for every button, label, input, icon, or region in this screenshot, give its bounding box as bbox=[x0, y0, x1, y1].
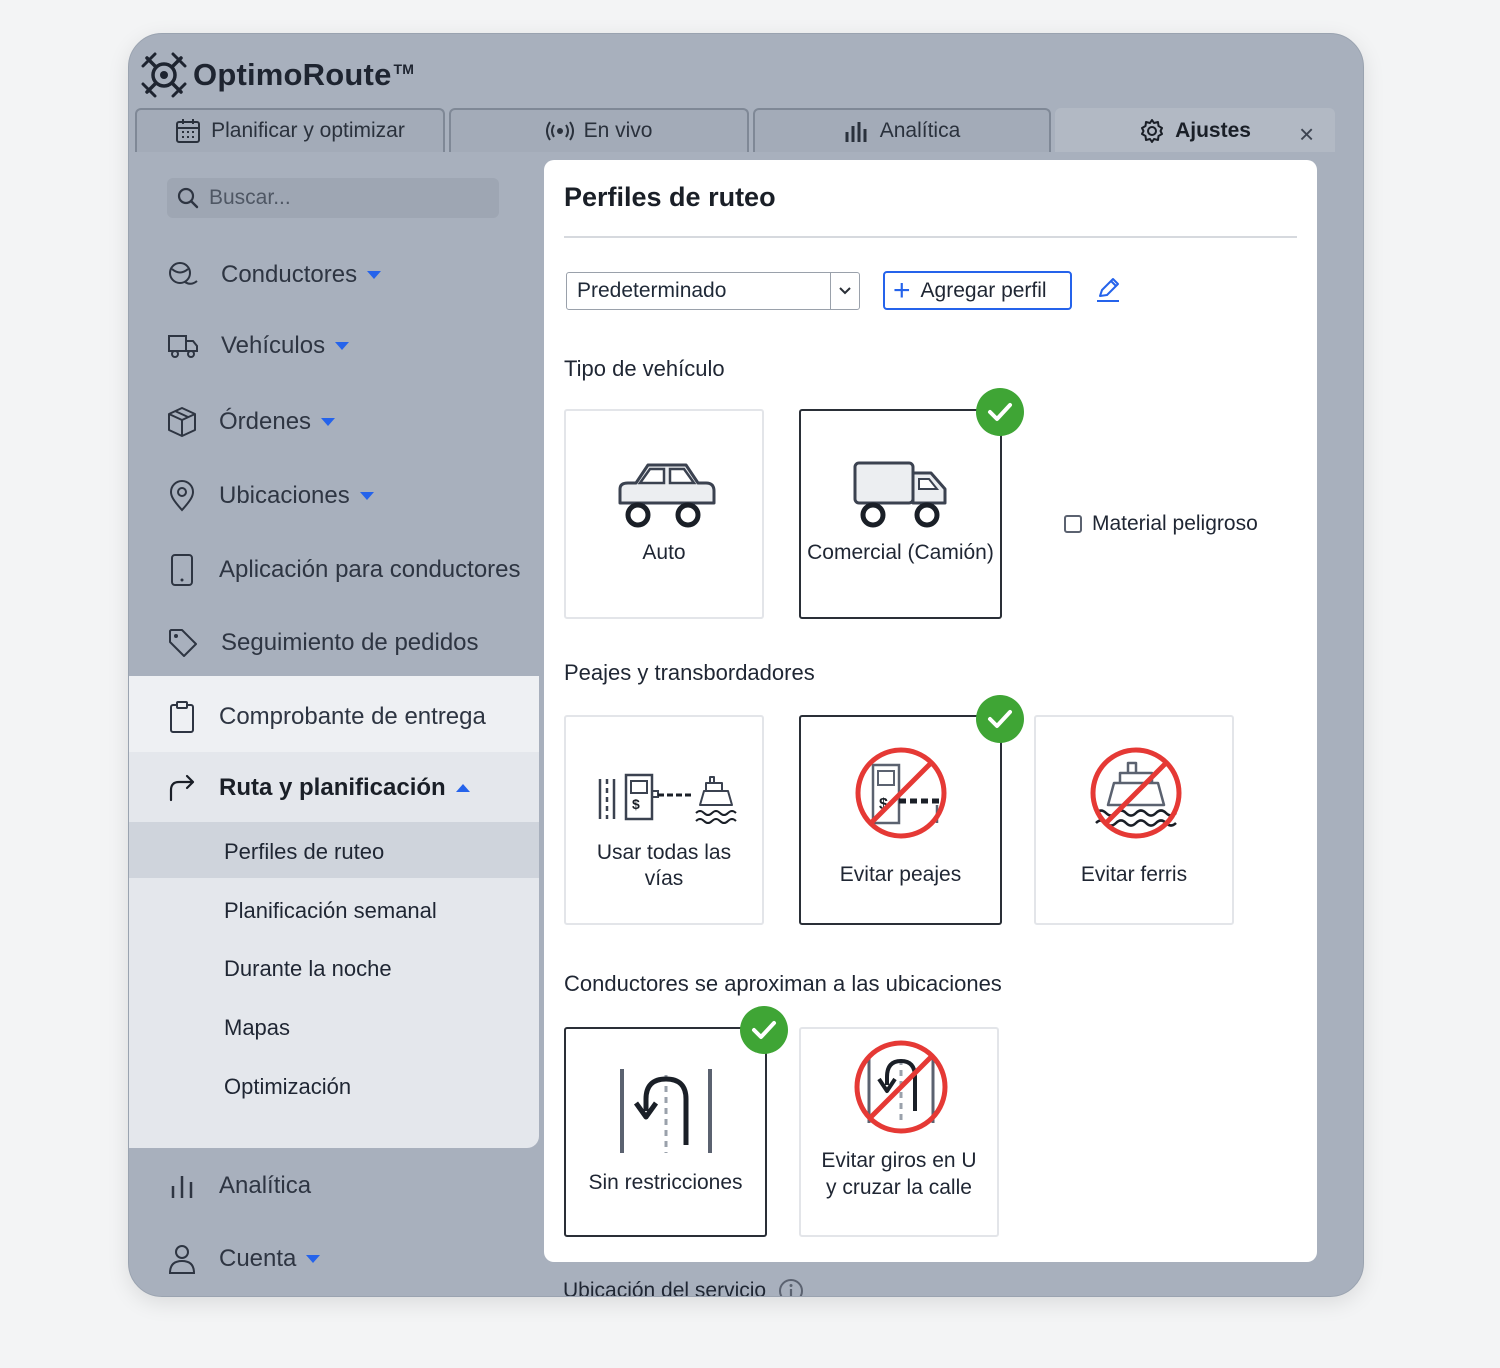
checkbox-box[interactable] bbox=[1064, 515, 1082, 533]
sidebar-item-aplicacion-conductores[interactable]: Aplicación para conductores bbox=[167, 553, 521, 587]
title-divider bbox=[564, 236, 1297, 238]
routing-profiles-panel: Perfiles de ruteo Predeterminado + Agreg… bbox=[544, 160, 1317, 1262]
sidebar-item-ubicaciones[interactable]: Ubicaciones bbox=[167, 480, 374, 512]
tab-analitica[interactable]: Analítica bbox=[753, 108, 1051, 152]
tolls-heading: Peajes y transbordadores bbox=[564, 660, 815, 685]
toll-all-roads-label-1: Usar todas las bbox=[596, 841, 732, 864]
sidebar-item-seguimiento[interactable]: Seguimiento de pedidos bbox=[167, 627, 479, 659]
clipboard-icon bbox=[170, 701, 194, 733]
info-icon[interactable] bbox=[778, 1278, 804, 1297]
add-profile-button[interactable]: + Agregar perfil bbox=[883, 271, 1072, 310]
subitem-perfiles-ruteo[interactable]: Perfiles de ruteo bbox=[224, 839, 384, 865]
user-icon bbox=[168, 1245, 196, 1274]
car-icon bbox=[618, 463, 716, 528]
vehicle-comercial-label: Comercial (Camión) bbox=[807, 541, 994, 564]
approach-option-avoid-u-turns[interactable]: Evitar giros en U y cruzar la calle bbox=[799, 1027, 999, 1237]
approach-heading: Conductores se aproximan a las ubicacion… bbox=[564, 971, 1002, 996]
toll-all-roads-label-2: vías bbox=[644, 867, 684, 890]
tab-en-vivo[interactable]: En vivo bbox=[449, 108, 749, 152]
approach-avoid-label-1: Evitar giros en U bbox=[821, 1149, 977, 1172]
chevron-down-icon bbox=[830, 273, 859, 309]
analytics-icon bbox=[171, 1176, 193, 1198]
hazmat-checkbox[interactable]: Material peligroso bbox=[1064, 512, 1258, 536]
page-title: Perfiles de ruteo bbox=[564, 182, 776, 212]
chevron-down-icon bbox=[321, 418, 336, 426]
selected-check-icon bbox=[740, 1006, 788, 1054]
service-location-heading: Ubicación del servicio bbox=[563, 1278, 804, 1297]
no-ferry-icon bbox=[1090, 747, 1182, 839]
avoid-tolls-label: Evitar peajes bbox=[839, 863, 962, 886]
vehicle-option-auto[interactable]: Auto bbox=[564, 409, 764, 619]
chevron-down-icon bbox=[306, 1255, 321, 1263]
toll-option-all-roads[interactable]: $ Usar todas las vías bbox=[564, 715, 764, 925]
approach-unrestricted-label: Sin restricciones bbox=[588, 1171, 743, 1194]
approach-option-unrestricted[interactable]: Sin restricciones bbox=[564, 1027, 767, 1237]
avoid-ferries-label: Evitar ferris bbox=[1080, 863, 1188, 886]
top-tabs: Planificar y optimizar En vivo Analítica… bbox=[135, 108, 1335, 152]
subitem-planificacion-semanal[interactable]: Planificación semanal bbox=[224, 898, 437, 924]
chevron-up-icon bbox=[455, 784, 470, 792]
sidebar-item-comprobante[interactable]: Comprobante de entrega bbox=[167, 700, 486, 734]
profile-select[interactable]: Predeterminado bbox=[566, 272, 860, 310]
vehicle-auto-label: Auto bbox=[642, 541, 686, 564]
app-window: OptimoRoute TM Planificar y optimizar En … bbox=[128, 33, 1364, 1297]
add-profile-label: Agregar perfil bbox=[920, 278, 1047, 302]
route-arrow-icon bbox=[169, 774, 195, 802]
subitem-mapas[interactable]: Mapas bbox=[224, 1015, 290, 1041]
tag-icon bbox=[169, 629, 197, 657]
sidebar-item-ruta-planificacion[interactable]: Ruta y planificación bbox=[167, 774, 470, 802]
sidebar-item-cuenta[interactable]: Cuenta bbox=[167, 1243, 321, 1275]
vehicle-type-heading: Tipo de vehículo bbox=[564, 356, 725, 381]
hazmat-label: Material peligroso bbox=[1092, 512, 1258, 535]
sidebar-item-conductores[interactable]: Conductores bbox=[167, 260, 382, 290]
plus-icon: + bbox=[893, 273, 911, 307]
sidebar-item-analitica[interactable]: Analítica bbox=[167, 1172, 311, 1200]
subitem-optimizacion[interactable]: Optimización bbox=[224, 1074, 351, 1100]
bar-chart-icon bbox=[845, 122, 867, 142]
chevron-down-icon bbox=[335, 342, 350, 350]
search-icon bbox=[177, 187, 199, 209]
subitem-durante-noche[interactable]: Durante la noche bbox=[224, 956, 392, 982]
close-settings-button[interactable]: × bbox=[1299, 119, 1314, 150]
edit-profile-icon[interactable] bbox=[1095, 276, 1121, 309]
toll-option-avoid-tolls[interactable]: $ Evitar peajes bbox=[799, 715, 1002, 925]
location-pin-icon bbox=[169, 480, 195, 512]
selected-check-icon bbox=[976, 695, 1024, 743]
service-location-label: Ubicación del servicio bbox=[563, 1279, 767, 1297]
no-u-turn-icon bbox=[854, 1040, 948, 1134]
expanded-nav-group: Comprobante de entrega Ruta y planificac… bbox=[129, 676, 539, 1148]
phone-icon bbox=[171, 554, 193, 586]
sidebar-item-vehiculos[interactable]: Vehículos bbox=[167, 332, 350, 360]
no-toll-icon: $ bbox=[855, 747, 947, 839]
approach-avoid-label-2: y cruzar la calle bbox=[826, 1176, 972, 1199]
sidebar-item-ordenes[interactable]: Órdenes bbox=[167, 406, 336, 438]
truck-icon bbox=[168, 335, 198, 358]
svg-text:$: $ bbox=[632, 796, 640, 812]
truck-large-icon bbox=[853, 461, 947, 528]
optimoroute-logo-icon bbox=[141, 52, 187, 98]
app-name: OptimoRoute TM bbox=[193, 57, 415, 92]
gear-icon bbox=[1141, 119, 1164, 143]
app-logo: OptimoRoute TM bbox=[141, 44, 414, 106]
profile-select-value: Predeterminado bbox=[577, 279, 727, 302]
u-turn-icon bbox=[620, 1069, 712, 1153]
chevron-down-icon bbox=[359, 492, 374, 500]
drivers-icon bbox=[169, 262, 198, 285]
tab-planificar[interactable]: Planificar y optimizar bbox=[135, 108, 445, 152]
search-input[interactable] bbox=[207, 185, 491, 211]
chevron-down-icon bbox=[367, 271, 382, 279]
toll-option-avoid-ferries[interactable]: Evitar ferris bbox=[1034, 715, 1234, 925]
vehicle-option-comercial[interactable]: Comercial (Camión) bbox=[799, 409, 1002, 619]
calendar-icon bbox=[176, 119, 201, 143]
toll-ferry-icon: $ bbox=[598, 773, 737, 824]
tab-ajustes[interactable]: Ajustes bbox=[1055, 108, 1335, 152]
box-icon bbox=[168, 407, 196, 437]
search-box[interactable] bbox=[167, 178, 499, 218]
live-broadcast-icon bbox=[545, 121, 574, 141]
selected-check-icon bbox=[976, 388, 1024, 436]
settings-sidebar: Conductores Vehículos Órdenes Ubicacione… bbox=[129, 152, 539, 1296]
